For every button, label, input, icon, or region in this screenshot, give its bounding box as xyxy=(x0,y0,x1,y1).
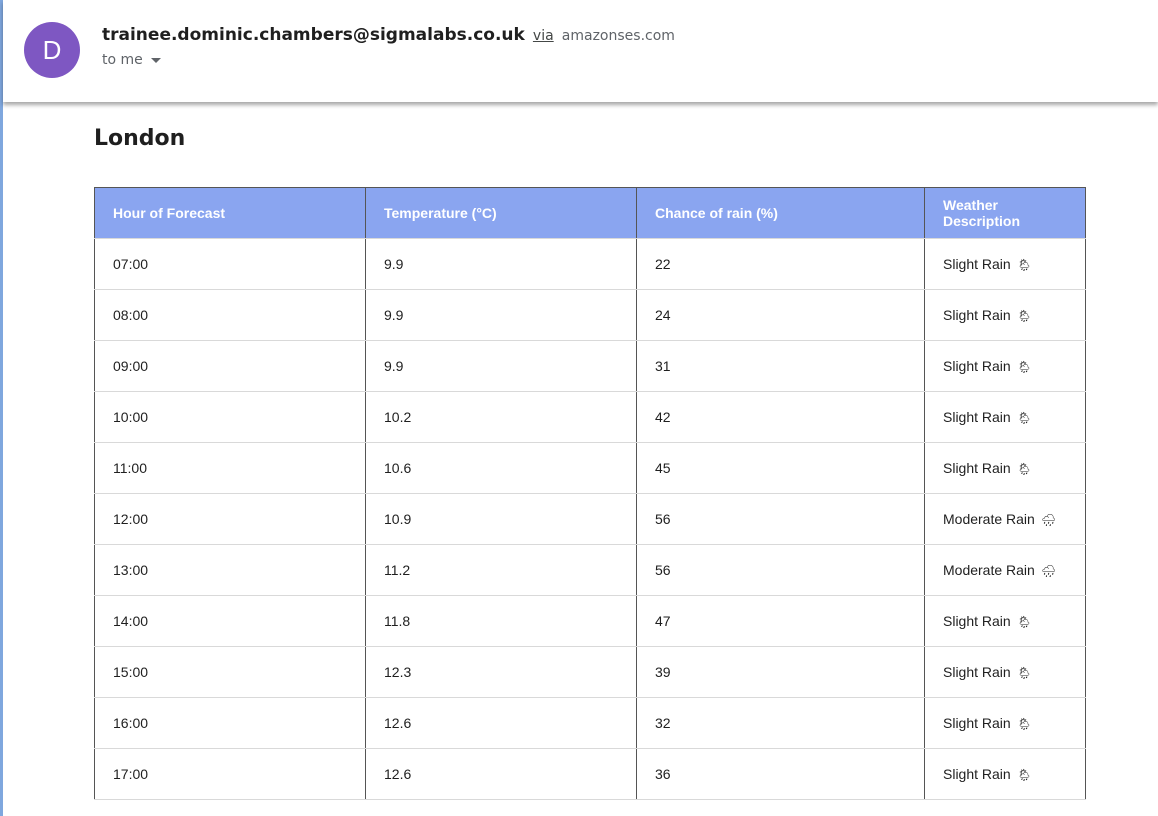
sun-behind-rain-cloud-icon: 🌦 xyxy=(1016,717,1032,732)
cell-hour: 13:00 xyxy=(94,544,366,596)
cell-temperature: 11.2 xyxy=(365,544,637,596)
rain-cloud-icon: 🌧 xyxy=(1040,564,1057,579)
cell-hour: 17:00 xyxy=(94,748,366,800)
cell-rain-chance: 22 xyxy=(636,238,925,290)
cell-temperature: 12.6 xyxy=(365,697,637,749)
column-header-description: Weather Description xyxy=(924,187,1086,239)
sun-behind-rain-cloud-icon: 🌦 xyxy=(1016,309,1032,324)
description-text: Moderate Rain xyxy=(943,510,1035,527)
cell-hour: 11:00 xyxy=(94,442,366,494)
sun-behind-rain-cloud-icon: 🌦 xyxy=(1016,768,1032,783)
cell-hour: 15:00 xyxy=(94,646,366,698)
sender-avatar[interactable]: D xyxy=(24,22,80,78)
description-text: Slight Rain xyxy=(943,459,1011,476)
cell-description: Slight Rain 🌦 xyxy=(924,595,1086,647)
cell-rain-chance: 42 xyxy=(636,391,925,443)
cell-description: Slight Rain 🌦 xyxy=(924,697,1086,749)
table-row: 16:00 12.6 32 Slight Rain 🌦 xyxy=(94,697,1086,749)
cell-rain-chance: 45 xyxy=(636,442,925,494)
table-row: 10:00 10.2 42 Slight Rain 🌦 xyxy=(94,391,1086,443)
cell-rain-chance: 32 xyxy=(636,697,925,749)
description-text: Slight Rain xyxy=(943,255,1011,272)
sun-behind-rain-cloud-icon: 🌦 xyxy=(1016,411,1032,426)
cell-rain-chance: 36 xyxy=(636,748,925,800)
table-row: 09:00 9.9 31 Slight Rain 🌦 xyxy=(94,340,1086,392)
sun-behind-rain-cloud-icon: 🌦 xyxy=(1016,360,1032,375)
description-text: Slight Rain xyxy=(943,765,1011,782)
description-text: Slight Rain xyxy=(943,408,1011,425)
cell-hour: 09:00 xyxy=(94,340,366,392)
column-header-temperature: Temperature (°C) xyxy=(365,187,637,239)
column-header-hour: Hour of Forecast xyxy=(94,187,366,239)
cell-description: Moderate Rain 🌧 xyxy=(924,544,1086,596)
description-text: Slight Rain xyxy=(943,714,1011,731)
cell-temperature: 12.6 xyxy=(365,748,637,800)
description-text: Moderate Rain xyxy=(943,561,1035,578)
cell-description: Slight Rain 🌦 xyxy=(924,391,1086,443)
cell-temperature: 9.9 xyxy=(365,238,637,290)
cell-rain-chance: 24 xyxy=(636,289,925,341)
cell-description: Slight Rain 🌦 xyxy=(924,340,1086,392)
forecast-table: Hour of Forecast Temperature (°C) Chance… xyxy=(94,187,1086,800)
table-row: 13:00 11.2 56 Moderate Rain 🌧 xyxy=(94,544,1086,596)
window-left-accent xyxy=(0,0,3,816)
sun-behind-rain-cloud-icon: 🌦 xyxy=(1016,258,1032,273)
sender-line: trainee.dominic.chambers@sigmalabs.co.uk… xyxy=(102,25,675,45)
cell-temperature: 12.3 xyxy=(365,646,637,698)
table-row: 11:00 10.6 45 Slight Rain 🌦 xyxy=(94,442,1086,494)
cell-description: Slight Rain 🌦 xyxy=(924,442,1086,494)
cell-rain-chance: 47 xyxy=(636,595,925,647)
description-text: Slight Rain xyxy=(943,612,1011,629)
cell-description: Slight Rain 🌦 xyxy=(924,748,1086,800)
cell-rain-chance: 56 xyxy=(636,544,925,596)
cell-temperature: 10.2 xyxy=(365,391,637,443)
sun-behind-rain-cloud-icon: 🌦 xyxy=(1016,462,1032,477)
cell-temperature: 11.8 xyxy=(365,595,637,647)
rain-cloud-icon: 🌧 xyxy=(1040,513,1057,528)
cell-description: Slight Rain 🌦 xyxy=(924,238,1086,290)
cell-rain-chance: 31 xyxy=(636,340,925,392)
cell-description: Slight Rain 🌦 xyxy=(924,646,1086,698)
forecast-table-body: 07:00 9.9 22 Slight Rain 🌦 08:00 9.9 24 Slight R… xyxy=(94,238,1086,800)
description-text: Slight Rain xyxy=(943,663,1011,680)
avatar-letter: D xyxy=(42,34,62,65)
cell-temperature: 10.9 xyxy=(365,493,637,545)
description-text: Slight Rain xyxy=(943,306,1011,323)
table-header-row: Hour of Forecast Temperature (°C) Chance… xyxy=(94,187,1086,239)
cell-hour: 16:00 xyxy=(94,697,366,749)
cell-hour: 12:00 xyxy=(94,493,366,545)
sun-behind-rain-cloud-icon: 🌦 xyxy=(1016,666,1032,681)
table-row: 14:00 11.8 47 Slight Rain 🌦 xyxy=(94,595,1086,647)
chevron-down-icon[interactable] xyxy=(150,57,161,63)
cell-hour: 14:00 xyxy=(94,595,366,647)
description-text: Slight Rain xyxy=(943,357,1011,374)
via-domain: amazonses.com xyxy=(561,28,675,44)
table-row: 08:00 9.9 24 Slight Rain 🌦 xyxy=(94,289,1086,341)
city-title: London xyxy=(94,126,186,151)
sender-email[interactable]: trainee.dominic.chambers@sigmalabs.co.uk xyxy=(102,25,525,45)
cell-description: Moderate Rain 🌧 xyxy=(924,493,1086,545)
table-row: 07:00 9.9 22 Slight Rain 🌦 xyxy=(94,238,1086,290)
cell-rain-chance: 56 xyxy=(636,493,925,545)
cell-temperature: 9.9 xyxy=(365,340,637,392)
cell-temperature: 9.9 xyxy=(365,289,637,341)
recipient-label: to me xyxy=(102,52,143,68)
cell-hour: 08:00 xyxy=(94,289,366,341)
cell-temperature: 10.6 xyxy=(365,442,637,494)
cell-hour: 07:00 xyxy=(94,238,366,290)
column-header-rain-chance: Chance of rain (%) xyxy=(636,187,925,239)
table-row: 12:00 10.9 56 Moderate Rain 🌧 xyxy=(94,493,1086,545)
cell-description: Slight Rain 🌦 xyxy=(924,289,1086,341)
sun-behind-rain-cloud-icon: 🌦 xyxy=(1016,615,1032,630)
recipient-details-toggle[interactable]: to me xyxy=(102,52,161,68)
table-row: 15:00 12.3 39 Slight Rain 🌦 xyxy=(94,646,1086,698)
via-link[interactable]: via xyxy=(533,28,554,44)
cell-rain-chance: 39 xyxy=(636,646,925,698)
table-row: 17:00 12.6 36 Slight Rain 🌦 xyxy=(94,748,1086,800)
email-header: D trainee.dominic.chambers@sigmalabs.co.… xyxy=(3,0,1158,102)
cell-hour: 10:00 xyxy=(94,391,366,443)
